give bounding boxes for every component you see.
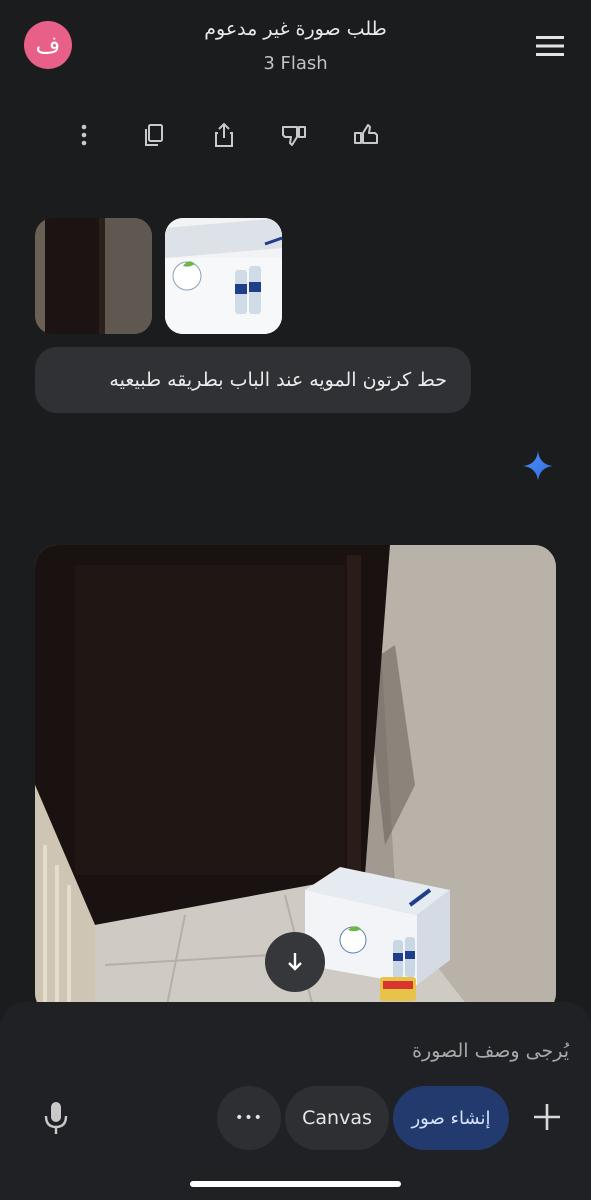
user-message-text: حط كرتون المويه عند الباب بطريقه طبيعيه bbox=[109, 369, 447, 391]
attached-image-water-carton[interactable] bbox=[165, 218, 282, 334]
more-vert-icon[interactable] bbox=[69, 120, 99, 150]
arrow-down-icon bbox=[288, 953, 302, 971]
scroll-down-button[interactable] bbox=[265, 932, 325, 992]
model-label[interactable]: 3 Flash bbox=[120, 53, 471, 74]
plus-icon[interactable] bbox=[532, 1102, 562, 1132]
canvas-button[interactable]: Canvas bbox=[285, 1086, 389, 1150]
thumbs-up-icon[interactable] bbox=[351, 120, 381, 150]
thumbs-down-icon[interactable] bbox=[279, 120, 309, 150]
user-message-bubble: حط كرتون المويه عند الباب بطريقه طبيعيه bbox=[35, 347, 471, 413]
more-horiz-icon: ••• bbox=[235, 1110, 263, 1126]
create-image-label: إنشاء صور bbox=[411, 1107, 491, 1129]
create-image-button[interactable]: إنشاء صور bbox=[393, 1086, 509, 1150]
share-icon[interactable] bbox=[209, 120, 239, 150]
hamburger-menu-icon[interactable] bbox=[536, 35, 564, 57]
home-indicator bbox=[190, 1181, 401, 1187]
more-tools-button[interactable]: ••• bbox=[217, 1086, 281, 1150]
canvas-label: Canvas bbox=[302, 1107, 372, 1129]
gemini-spark-icon bbox=[522, 450, 554, 482]
copy-icon[interactable] bbox=[139, 120, 169, 150]
prompt-input[interactable]: يُرجى وصف الصورة bbox=[412, 1040, 569, 1062]
avatar[interactable]: ف bbox=[24, 21, 72, 69]
conversation-title[interactable]: طلب صورة غير مدعوم bbox=[120, 18, 471, 40]
microphone-icon[interactable] bbox=[40, 1100, 72, 1136]
attached-image-door[interactable] bbox=[35, 218, 152, 334]
